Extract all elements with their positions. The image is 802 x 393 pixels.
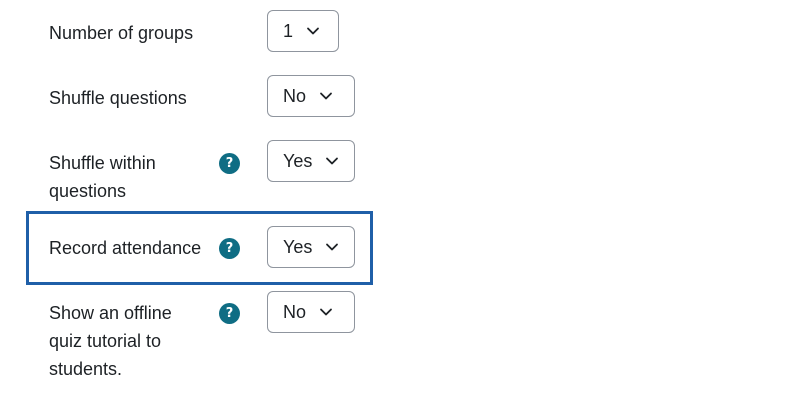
chevron-down-icon [326, 157, 339, 165]
shuffle-within-questions-label: Shuffle within questions [49, 149, 156, 205]
question-circle-icon[interactable]: ? [219, 153, 240, 174]
record-attendance-label: Record attendance [49, 238, 202, 258]
show-offline-quiz-tutorial-value: No [283, 301, 307, 322]
show-offline-quiz-tutorial-label: Show an offline quiz tutorial to student… [49, 299, 172, 383]
chevron-down-icon [320, 308, 332, 316]
chevron-down-icon [307, 27, 319, 35]
show-offline-quiz-tutorial-label-line-3: students. [49, 359, 123, 379]
record-attendance-value: Yes [283, 236, 313, 257]
show-offline-quiz-tutorial-label-line-2: quiz tutorial to [49, 331, 162, 351]
number-of-groups-select[interactable]: 1 [267, 10, 339, 52]
chevron-down-icon [326, 243, 339, 251]
shuffle-within-questions-value: Yes [283, 150, 313, 171]
number-of-groups-label: Number of groups [49, 23, 194, 43]
shuffle-questions-label: Shuffle questions [49, 88, 187, 108]
record-attendance-select[interactable]: Yes [267, 226, 355, 268]
question-circle-icon[interactable]: ? [219, 238, 240, 259]
chevron-down-icon [320, 92, 332, 100]
shuffle-questions-value: No [283, 85, 307, 106]
show-offline-quiz-tutorial-select[interactable]: No [267, 291, 355, 333]
question-circle-icon[interactable]: ? [219, 303, 240, 324]
shuffle-within-questions-label-line-2: questions [49, 181, 127, 201]
shuffle-within-questions-label-line-1: Shuffle within [49, 153, 156, 173]
number-of-groups-value: 1 [283, 20, 294, 41]
shuffle-within-questions-select[interactable]: Yes [267, 140, 355, 182]
shuffle-questions-select[interactable]: No [267, 75, 355, 117]
show-offline-quiz-tutorial-label-line-1: Show an offline [49, 303, 172, 323]
